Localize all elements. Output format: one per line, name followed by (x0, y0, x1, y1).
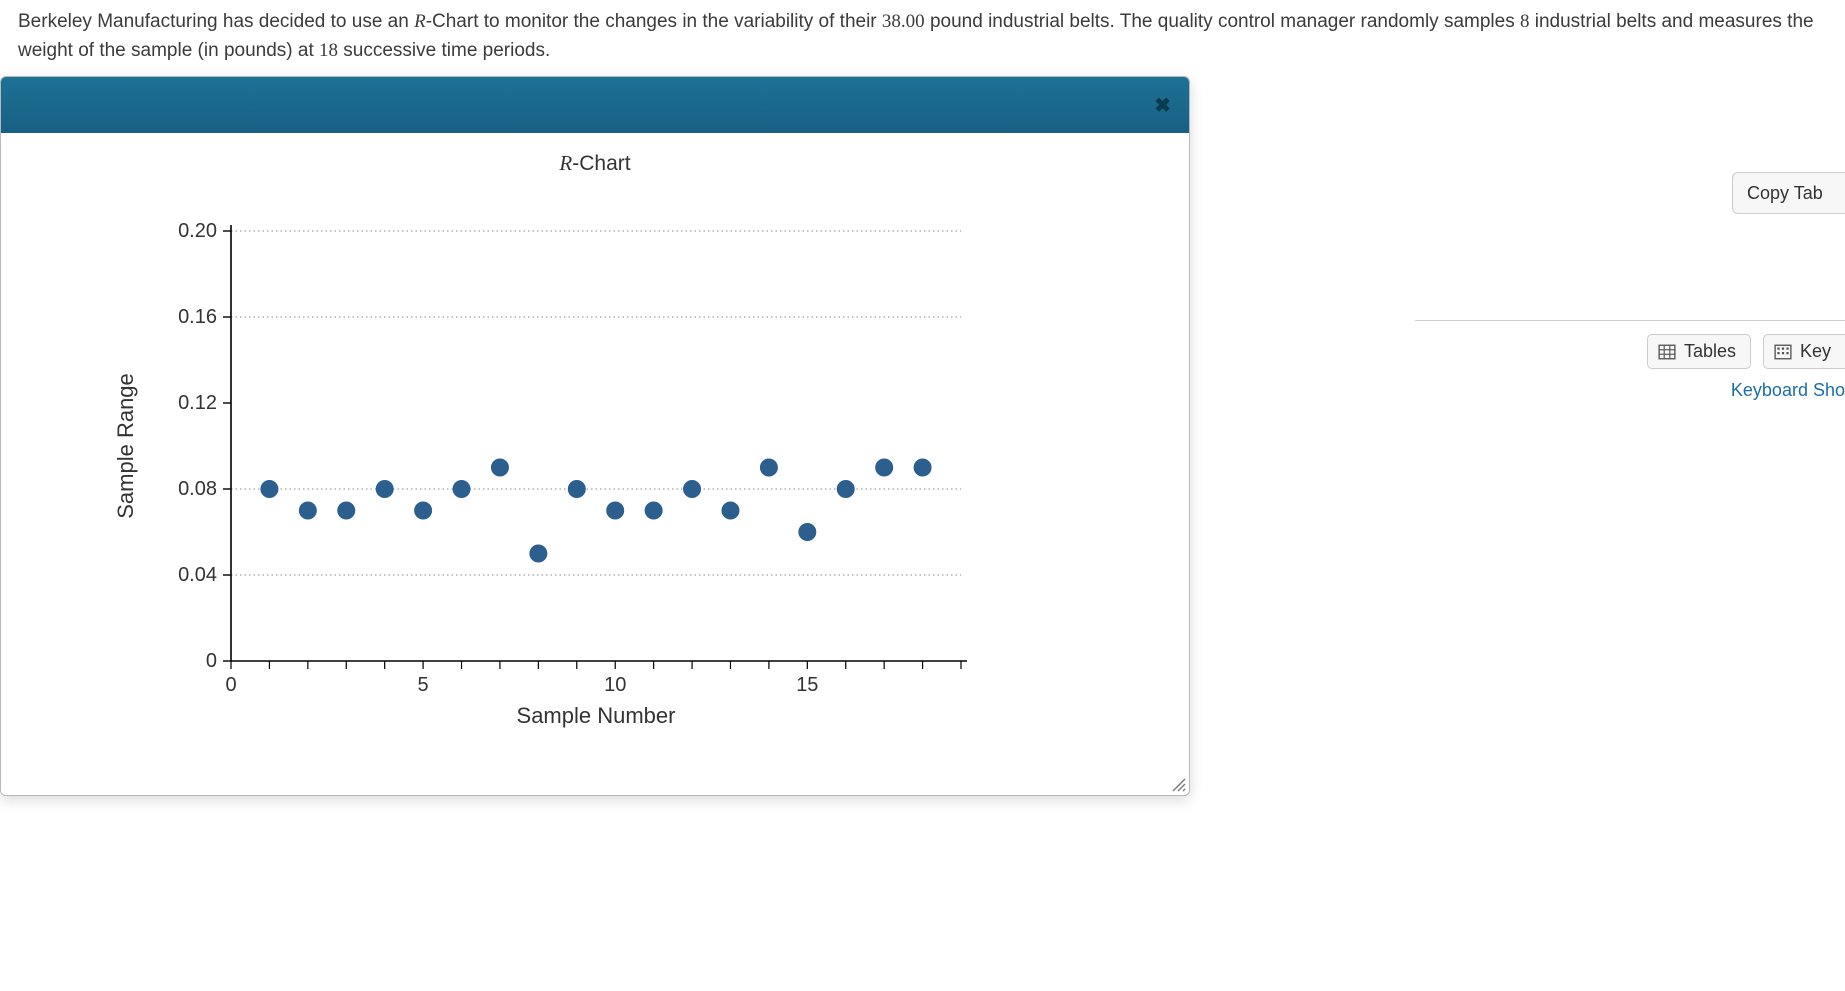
svg-text:5: 5 (418, 674, 429, 696)
svg-text:0.20: 0.20 (178, 220, 217, 242)
svg-text:0.16: 0.16 (178, 306, 217, 328)
svg-text:0.12: 0.12 (178, 392, 217, 414)
chart-modal: ✖ R-Chart 0 0.04 0.08 0.12 0.16 0.20 0 5 10 15 Sam… (0, 76, 1190, 796)
keypad-icon (1774, 343, 1792, 361)
r-var: R (414, 11, 426, 32)
svg-text:15: 15 (796, 674, 818, 696)
resize-grip-icon[interactable] (1169, 775, 1187, 793)
close-icon[interactable]: ✖ (1154, 93, 1171, 118)
side-divider (1415, 320, 1845, 321)
side-button-row: Tables Key (1647, 334, 1845, 369)
svg-text:Sample Range: Sample Range (113, 373, 138, 519)
tables-label: Tables (1684, 341, 1736, 362)
table-icon (1658, 343, 1676, 361)
svg-text:0: 0 (206, 650, 217, 672)
tables-button[interactable]: Tables (1647, 334, 1751, 369)
modal-header: ✖ (1, 77, 1189, 133)
problem-text-1: Berkeley Manufacturing has decided to us… (18, 11, 414, 32)
svg-text:0: 0 (225, 674, 236, 696)
belt-weight: 38.00 (882, 11, 925, 32)
problem-text-2: -Chart to monitor the changes in the var… (426, 11, 882, 32)
copy-table-button[interactable]: Copy Tab (1732, 172, 1845, 214)
keypad-label: Key (1800, 341, 1831, 362)
chart-title: R-Chart (1, 151, 1189, 176)
problem-text-5: successive time periods. (338, 40, 550, 61)
modal-body: R-Chart 0 0.04 0.08 0.12 0.16 0.20 0 5 10 15 Sampl… (1, 133, 1189, 795)
keypad-button[interactable]: Key (1763, 334, 1845, 369)
keyboard-shortcuts-link[interactable]: Keyboard Sho (1731, 380, 1845, 401)
problem-text-3: pound industrial belts. The quality cont… (925, 11, 1520, 32)
r-chart-plot: 0 0.04 0.08 0.12 0.16 0.20 0 5 10 15 Sample Number… (1, 191, 1190, 781)
svg-text:10: 10 (604, 674, 626, 696)
svg-text:0.08: 0.08 (178, 478, 217, 500)
svg-text:0.04: 0.04 (178, 564, 217, 586)
problem-statement: Berkeley Manufacturing has decided to us… (0, 0, 1845, 75)
svg-text:Sample Number: Sample Number (517, 703, 676, 728)
period-count: 18 (319, 40, 338, 61)
